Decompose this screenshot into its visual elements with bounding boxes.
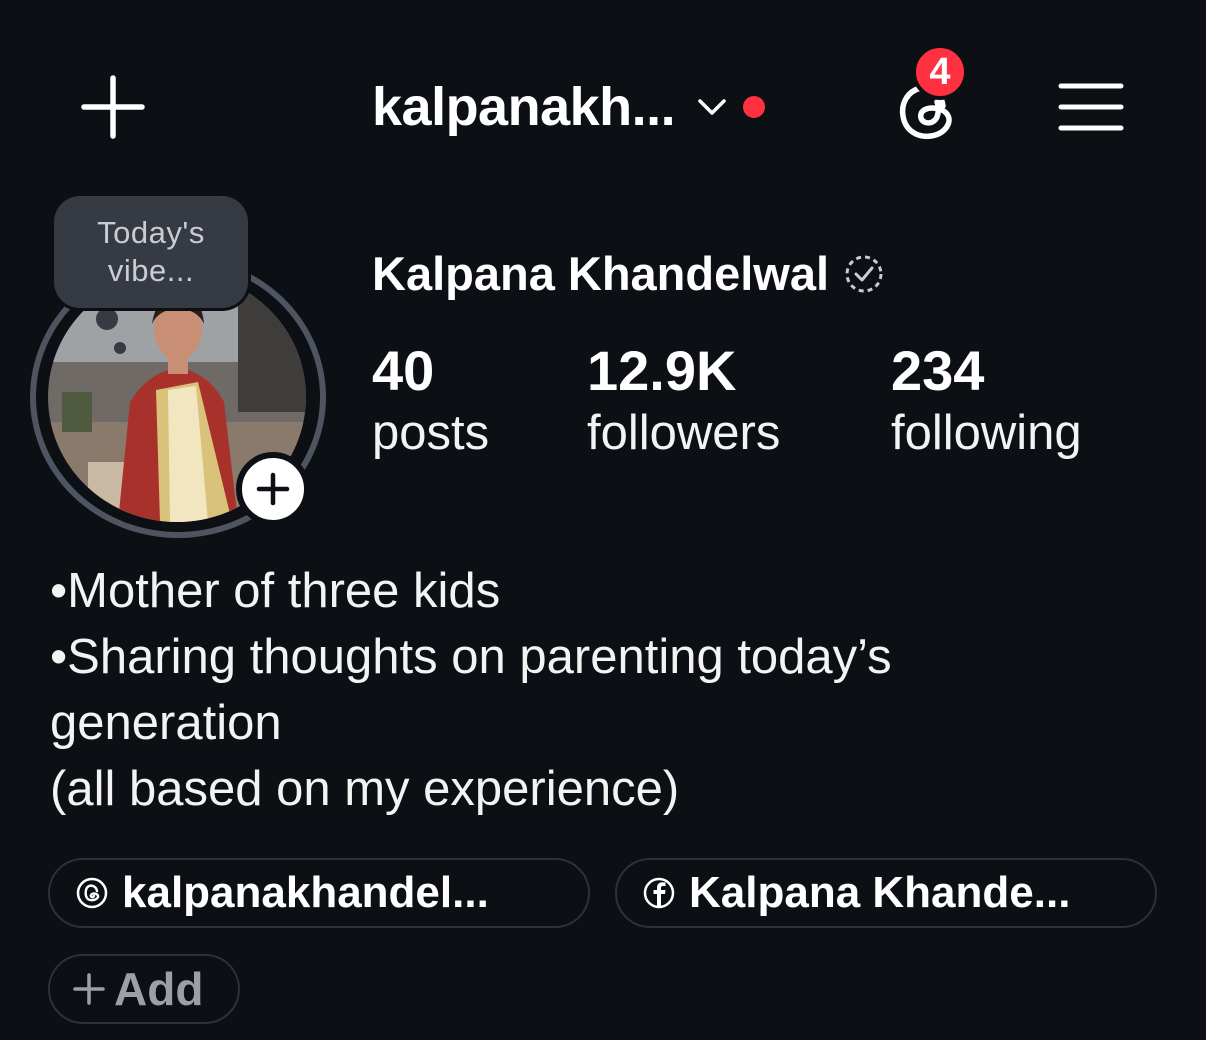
bio-line: •Mother of three kids <box>50 564 501 618</box>
profile-screen: kalpanakh... 4 Today's vibe... Kalpana K… <box>0 0 1206 1040</box>
plus-icon <box>256 472 290 506</box>
stat-followers[interactable]: 12.9K followers <box>587 340 780 464</box>
stat-following[interactable]: 234 following <box>891 340 1082 464</box>
bio-line: generation <box>50 696 282 750</box>
facebook-link-label: Kalpana Khande... <box>689 868 1071 917</box>
followers-count: 12.9K <box>587 339 737 402</box>
facebook-link-pill[interactable]: Kalpana Khande... <box>615 858 1157 928</box>
posts-label: posts <box>372 406 490 460</box>
meta-verified-pending-icon[interactable] <box>843 253 885 295</box>
username-title: kalpanakh... <box>372 77 676 137</box>
threads-badge: 4 <box>912 44 968 100</box>
add-link-label: Add <box>114 963 204 1015</box>
threads-link-pill[interactable]: kalpanakhandel... <box>48 858 590 928</box>
following-count: 234 <box>891 339 985 402</box>
account-switcher[interactable]: kalpanakh... <box>372 76 766 138</box>
create-plus-icon[interactable] <box>80 74 146 140</box>
stat-posts[interactable]: 40 posts <box>372 340 489 464</box>
add-story-button[interactable] <box>236 452 310 526</box>
threads-link-label: kalpanakhandel... <box>122 868 489 917</box>
plus-icon <box>73 973 105 1005</box>
bio-line: (all based on my experience) <box>50 762 680 816</box>
note-line-1: Today's <box>97 215 205 250</box>
note-line-2: vibe... <box>107 253 195 288</box>
threads-icon <box>76 877 108 909</box>
add-link-button[interactable]: Add <box>48 954 240 1024</box>
posts-count: 40 <box>372 339 435 402</box>
note-bubble[interactable]: Today's vibe... <box>54 196 248 308</box>
notification-dot <box>743 96 766 118</box>
display-name-text: Kalpana Khandelwal <box>372 247 830 300</box>
profile-bio: •Mother of three kids •Sharing thoughts … <box>50 558 1170 822</box>
bio-line: •Sharing thoughts on parenting today’s <box>50 630 892 684</box>
hamburger-menu-icon[interactable] <box>1058 82 1124 132</box>
note-bubble-tail <box>96 308 118 330</box>
note-bubble-tail-small <box>114 342 126 354</box>
following-label: following <box>891 406 1082 460</box>
facebook-icon <box>643 877 675 909</box>
chevron-down-icon <box>698 99 726 115</box>
followers-label: followers <box>587 406 781 460</box>
profile-display-name: Kalpana Khandelwal <box>372 246 885 301</box>
